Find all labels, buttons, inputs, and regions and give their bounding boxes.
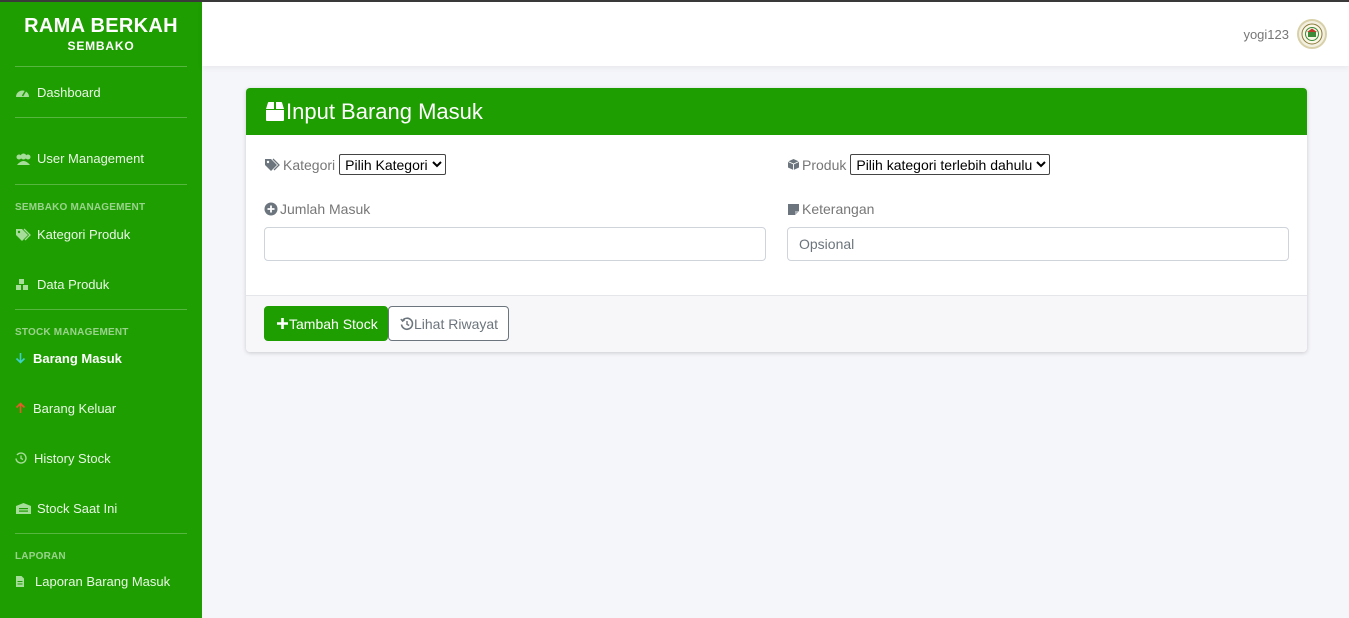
warehouse-icon xyxy=(15,501,33,515)
topbar: yogi123 xyxy=(202,2,1349,66)
users-icon xyxy=(15,152,33,166)
produk-label: Produk xyxy=(802,156,847,173)
sidebar-item-label: Kategori Produk xyxy=(37,226,131,242)
sidebar-item-label: Data Produk xyxy=(37,276,110,292)
card-title: Input Barang Masuk xyxy=(286,98,483,124)
username[interactable]: yogi123 xyxy=(1243,27,1289,42)
file-icon xyxy=(15,574,31,588)
tags-icon xyxy=(264,158,281,171)
dashboard-icon xyxy=(15,85,33,99)
plus-circle-icon xyxy=(264,202,278,216)
avatar[interactable] xyxy=(1297,19,1327,49)
lihat-riwayat-button[interactable]: Lihat Riwayat xyxy=(388,306,509,341)
keterangan-field-label: Keterangan xyxy=(787,201,874,217)
sidebar-item-barang-keluar[interactable]: Barang Keluar xyxy=(0,393,202,423)
produk-select[interactable]: Pilih kategori terlebih dahulu xyxy=(850,154,1051,175)
sticky-note-icon xyxy=(787,203,800,216)
sidebar-item-label: Barang Keluar xyxy=(33,400,117,416)
plus-icon xyxy=(276,317,289,330)
arrow-down-icon xyxy=(15,351,29,365)
arrow-up-icon xyxy=(15,401,29,415)
keterangan-input[interactable] xyxy=(787,227,1289,261)
jumlah-masuk-field-label: Jumlah Masuk xyxy=(264,201,370,217)
sidebar-item-data-produk[interactable]: Data Produk xyxy=(0,268,202,300)
sidebar-item-label: Stock Saat Ini xyxy=(37,500,118,516)
history-icon xyxy=(400,316,414,331)
kategori-label: Kategori xyxy=(283,156,336,173)
keterangan-label: Keterangan xyxy=(802,201,875,217)
sidebar-item-kategori-produk[interactable]: Kategori Produk xyxy=(0,218,202,250)
card-header: Input Barang Masuk xyxy=(246,88,1307,135)
box-icon xyxy=(264,101,286,122)
lihat-riwayat-label: Lihat Riwayat xyxy=(414,315,499,332)
input-barang-masuk-card: Input Barang Masuk Kategori Pilih Katego… xyxy=(246,88,1307,352)
avatar-logo-icon xyxy=(1301,23,1323,45)
sidebar-item-label: User Management xyxy=(37,151,144,166)
boxes-icon xyxy=(15,277,33,291)
card-footer: Tambah Stock Lihat Riwayat xyxy=(246,295,1307,352)
sidebar-item-label: Barang Masuk xyxy=(33,350,122,366)
produk-field: Produk Pilih kategori terlebih dahulu xyxy=(787,154,1051,175)
brand-title: RAMA BERKAH xyxy=(24,15,178,37)
sidebar-item-barang-masuk[interactable]: Barang Masuk xyxy=(0,343,202,373)
section-label-stock: STOCK MANAGEMENT xyxy=(15,327,129,338)
section-label-laporan: LAPORAN xyxy=(15,551,66,562)
jumlah-masuk-label: Jumlah Masuk xyxy=(280,201,371,217)
kategori-field: Kategori Pilih Kategori xyxy=(264,154,447,175)
sidebar-item-label: Dashboard xyxy=(37,84,101,100)
brand[interactable]: RAMA BERKAH SEMBAKO xyxy=(0,2,202,66)
sidebar-item-dashboard[interactable]: Dashboard xyxy=(0,67,202,117)
jumlah-masuk-input[interactable] xyxy=(264,227,766,261)
tambah-stock-button[interactable]: Tambah Stock xyxy=(264,306,388,341)
sidebar-item-history-stock[interactable]: History Stock xyxy=(0,443,202,473)
tags-icon xyxy=(15,227,33,241)
sidebar-item-stock-saat-ini[interactable]: Stock Saat Ini xyxy=(0,493,202,523)
section-label-sembako: SEMBAKO MANAGEMENT xyxy=(15,202,146,213)
history-icon xyxy=(15,451,30,465)
brand-subtitle: SEMBAKO xyxy=(67,39,135,53)
sidebar-item-laporan-barang-masuk[interactable]: Laporan Barang Masuk xyxy=(0,566,202,596)
cube-icon xyxy=(787,158,800,171)
sidebar: RAMA BERKAH SEMBAKO Dashboard User Manag… xyxy=(0,2,202,618)
kategori-select[interactable]: Pilih Kategori xyxy=(339,154,447,175)
sidebar-item-user-management[interactable]: User Management xyxy=(0,133,202,184)
card-body: Kategori Pilih Kategori Produk Pilih kat… xyxy=(246,135,1307,295)
sidebar-item-label: Laporan Barang Masuk xyxy=(35,573,171,589)
sidebar-item-label: History Stock xyxy=(34,450,111,466)
tambah-stock-label: Tambah Stock xyxy=(289,315,378,332)
